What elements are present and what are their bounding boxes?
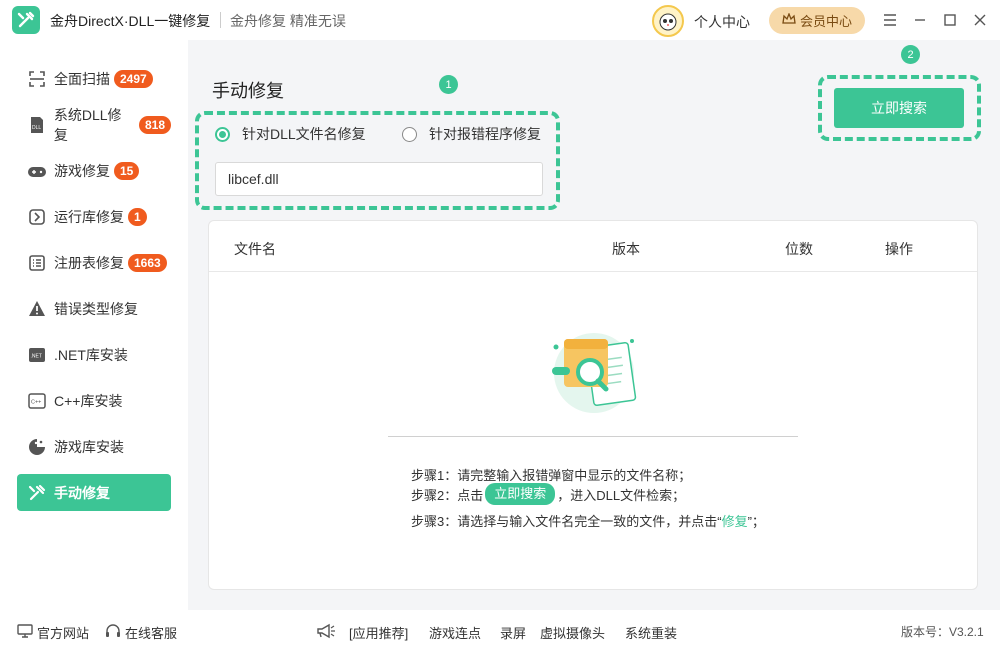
column-header-action: 操作 bbox=[885, 241, 913, 257]
maximize-icon[interactable] bbox=[940, 10, 960, 30]
avatar[interactable] bbox=[652, 5, 684, 37]
dll-icon: DLL bbox=[27, 115, 47, 135]
column-header-version: 版本 bbox=[612, 241, 640, 257]
dll-filename-input[interactable] bbox=[215, 162, 543, 196]
gamepad-icon bbox=[27, 161, 47, 181]
sidebar-item-label: 手动修复 bbox=[54, 484, 110, 501]
registry-icon bbox=[27, 253, 47, 273]
count-badge: 818 bbox=[138, 115, 171, 134]
crown-icon bbox=[782, 12, 796, 28]
title-bar: 金舟DirectX·DLL一键修复 金舟修复 精准无误 个人中心 会员中心 bbox=[0, 0, 1000, 40]
step-marker-2: 2 bbox=[901, 45, 920, 64]
empty-search-illustration-icon bbox=[544, 325, 644, 415]
app-slogan: 金舟修复 精准无误 bbox=[230, 13, 346, 29]
step-marker-1: 1 bbox=[439, 75, 458, 94]
sidebar-item-label: 运行库修复 bbox=[54, 208, 124, 225]
sidebar-item-label: 注册表修复 bbox=[54, 254, 124, 271]
headset-icon bbox=[105, 623, 121, 642]
menu-icon[interactable] bbox=[880, 10, 900, 30]
online-service-link[interactable]: 在线客服 bbox=[105, 623, 177, 642]
footer: 官方网站 在线客服 [应用推荐] 游戏连点 录屏 虚拟摄像头 系统重装 版本号：… bbox=[0, 610, 1000, 650]
sidebar-item-label: 全面扫描 bbox=[54, 70, 110, 87]
app-title: 金舟DirectX·DLL一键修复 bbox=[50, 13, 211, 29]
version-label: 版本号：V3.2.1 bbox=[901, 625, 984, 639]
radio-checked-icon bbox=[215, 126, 230, 142]
count-badge: 1663 bbox=[128, 253, 167, 272]
official-site-label: 官方网站 bbox=[37, 626, 90, 641]
sidebar-item-cpp[interactable]: C++ C++库安装 bbox=[17, 382, 171, 419]
monitor-icon bbox=[17, 624, 33, 641]
title-divider bbox=[220, 12, 221, 28]
svg-text:C++: C++ bbox=[31, 399, 41, 405]
runtime-icon bbox=[27, 207, 47, 227]
footer-link-screen-record[interactable]: 录屏 bbox=[500, 623, 526, 642]
sidebar-item-label: 系统DLL修复 bbox=[53, 106, 122, 143]
vip-center-button[interactable]: 会员中心 bbox=[769, 7, 865, 34]
footer-link-virtual-camera[interactable]: 虚拟摄像头 bbox=[540, 623, 605, 642]
dotnet-icon: .NET bbox=[27, 345, 47, 365]
count-badge: 15 bbox=[114, 161, 140, 180]
app-recommend-label: [应用推荐] bbox=[349, 626, 409, 641]
online-service-label: 在线客服 bbox=[125, 626, 178, 641]
svg-text:.NET: .NET bbox=[31, 353, 42, 359]
divider bbox=[388, 436, 798, 437]
cpp-icon: C++ bbox=[27, 391, 47, 411]
sidebar-item-runtime-repair[interactable]: 运行库修复 1 bbox=[17, 198, 171, 235]
sidebar-item-label: 错误类型修复 bbox=[54, 300, 138, 317]
game-lib-icon bbox=[27, 437, 47, 457]
user-center-link[interactable]: 个人中心 bbox=[694, 12, 750, 32]
sidebar-item-manual-repair[interactable]: 手动修复 bbox=[17, 474, 171, 511]
close-icon[interactable] bbox=[970, 10, 990, 30]
sidebar-item-label: 游戏修复 bbox=[54, 162, 110, 179]
sidebar-item-registry-repair[interactable]: 注册表修复 1663 bbox=[17, 244, 171, 281]
inline-search-now-button[interactable]: 立即搜索 bbox=[485, 483, 556, 505]
count-badge: 2497 bbox=[114, 69, 153, 88]
sidebar-item-full-scan[interactable]: 全面扫描 2497 bbox=[17, 60, 171, 97]
sidebar-item-dotnet[interactable]: .NET .NET库安装 bbox=[17, 336, 171, 373]
sidebar-item-error-type[interactable]: 错误类型修复 bbox=[17, 290, 171, 327]
radio-label: 针对DLL文件名修复 bbox=[242, 126, 366, 142]
sidebar-item-label: 游戏库安装 bbox=[54, 438, 124, 455]
warning-icon bbox=[27, 299, 47, 319]
svg-text:DLL: DLL bbox=[32, 125, 41, 131]
scan-icon bbox=[27, 69, 47, 89]
radio-error-program[interactable]: 针对报错程序修复 bbox=[402, 124, 541, 144]
step3-prefix: 步骤3：请选择与输入文件名完全一致的文件，并点击“ bbox=[411, 514, 722, 529]
page-title: 手动修复 bbox=[212, 81, 284, 101]
count-badge: 1 bbox=[128, 207, 147, 226]
footer-link-auto-clicker[interactable]: 游戏连点 bbox=[429, 623, 481, 642]
column-header-filename: 文件名 bbox=[234, 241, 276, 257]
instruction-step-2: 步骤2：点击 立即搜索 ，进入DLL文件检索； bbox=[411, 483, 685, 505]
step2-suffix: ，进入DLL文件检索； bbox=[557, 487, 686, 503]
sidebar-item-label: C++库安装 bbox=[54, 392, 123, 409]
vip-center-label: 会员中心 bbox=[799, 14, 852, 29]
column-header-bits: 位数 bbox=[785, 241, 813, 257]
official-site-link[interactable]: 官方网站 bbox=[17, 623, 89, 642]
radio-dll-filename[interactable]: 针对DLL文件名修复 bbox=[215, 124, 366, 144]
instruction-step-1: 步骤1：请完整输入报错弹窗中显示的文件名称； bbox=[411, 468, 692, 483]
sidebar-item-game-lib[interactable]: 游戏库安装 bbox=[17, 428, 171, 465]
minimize-icon[interactable] bbox=[910, 10, 930, 30]
app-logo-icon bbox=[12, 6, 40, 34]
search-now-button[interactable]: 立即搜索 bbox=[834, 88, 964, 128]
radio-label: 针对报错程序修复 bbox=[429, 126, 541, 142]
sidebar-item-game-repair[interactable]: 游戏修复 15 bbox=[17, 152, 171, 189]
step2-prefix: 步骤2：点击 bbox=[411, 487, 484, 503]
step3-suffix: ”； bbox=[747, 514, 765, 529]
radio-unchecked-icon bbox=[402, 126, 417, 142]
instruction-step-3: 步骤3：请选择与输入文件名完全一致的文件，并点击“ 修复”； bbox=[411, 511, 765, 530]
tools-icon bbox=[27, 483, 47, 503]
megaphone-icon bbox=[316, 623, 336, 639]
sidebar-item-label: .NET库安装 bbox=[54, 346, 128, 363]
header-divider bbox=[209, 271, 977, 272]
step3-repair-word: 修复 bbox=[721, 514, 748, 529]
footer-link-system-reinstall[interactable]: 系统重装 bbox=[625, 623, 677, 642]
sidebar-item-system-dll[interactable]: DLL 系统DLL修复 818 bbox=[17, 106, 171, 143]
